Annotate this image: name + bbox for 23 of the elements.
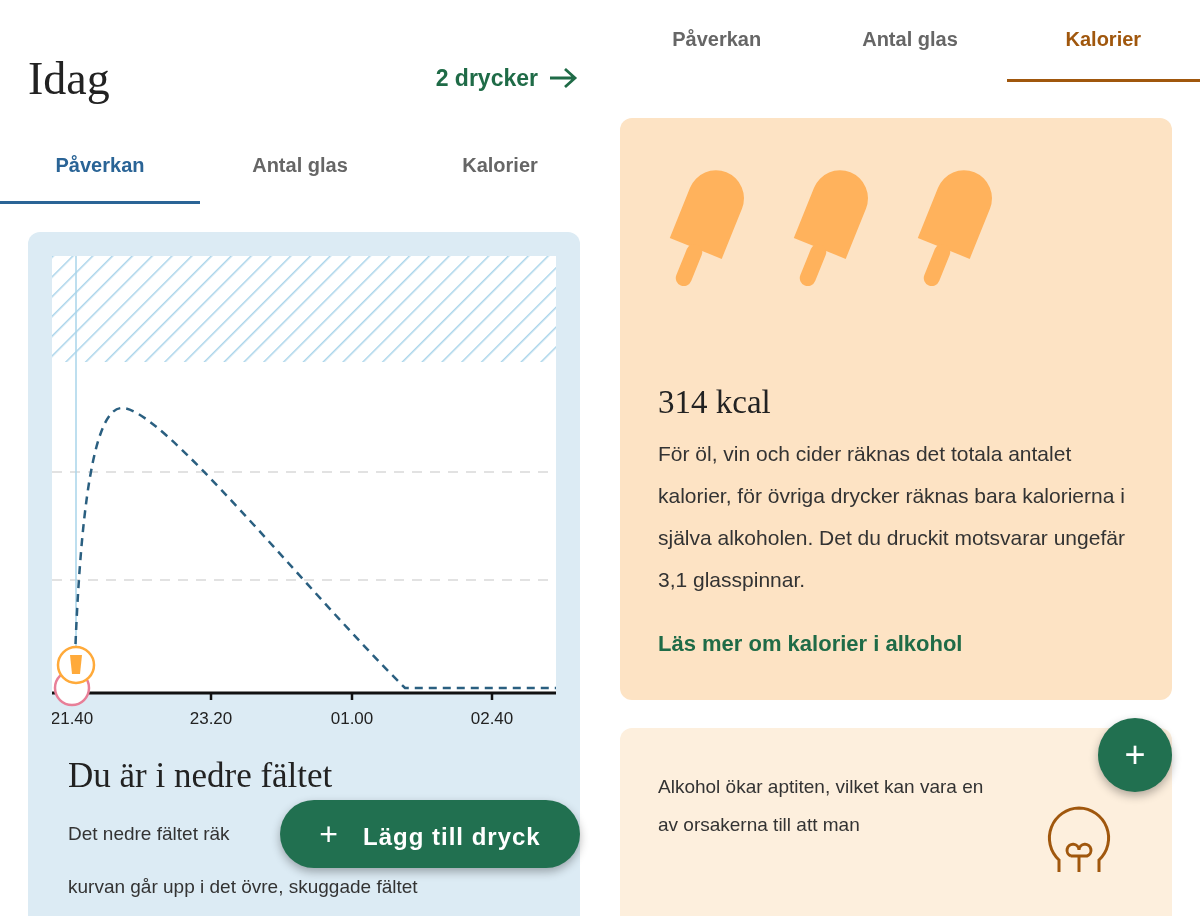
tab[interactable]: Kalorier: [400, 120, 600, 204]
arrow-icon: [548, 67, 578, 89]
axis-tick-label: 23.20: [189, 709, 233, 726]
drink-marker-icon[interactable]: [53, 645, 96, 707]
page-title: Idag: [28, 51, 110, 105]
add-button[interactable]: +: [1098, 718, 1172, 792]
tab[interactable]: Antal glas: [813, 0, 1007, 82]
axis-tick-label: 21.40: [52, 709, 94, 726]
calorie-amount: 314 kcal: [658, 384, 772, 421]
tab[interactable]: Antal glas: [200, 120, 400, 204]
tab[interactable]: Påverkan: [620, 0, 814, 82]
axis-tick-label: 01.00: [330, 709, 374, 726]
status-text: kurvan går upp i det övre, skuggade fältet: [68, 875, 418, 899]
drinks-link[interactable]: 2 drycker: [435, 64, 578, 92]
tab[interactable]: Kalorier: [1006, 0, 1200, 82]
add-drink-button[interactable]: + Lägg till dryck: [280, 800, 580, 868]
tab[interactable]: Påverkan: [0, 120, 200, 204]
tip-text: Alkohol ökar aptiten, vilket kan vara en av orsakerna till att man: [658, 775, 985, 837]
status-text: Det nedre fältet räk: [68, 822, 230, 846]
read-more-link[interactable]: Läs mer om kalorier i alkohol: [658, 631, 1152, 657]
calorie-description: För öl, vin och cider räknas det totala antalet kalorier, för övriga drycker räknas bara kalorierna i själva alkoholen. Det du druckit motsvarar ungefär 3,1 glasspinnar.: [658, 441, 1126, 593]
status-heading: Du är i nedre fältet: [68, 756, 334, 796]
axis-tick-label: 02.40: [470, 709, 514, 726]
